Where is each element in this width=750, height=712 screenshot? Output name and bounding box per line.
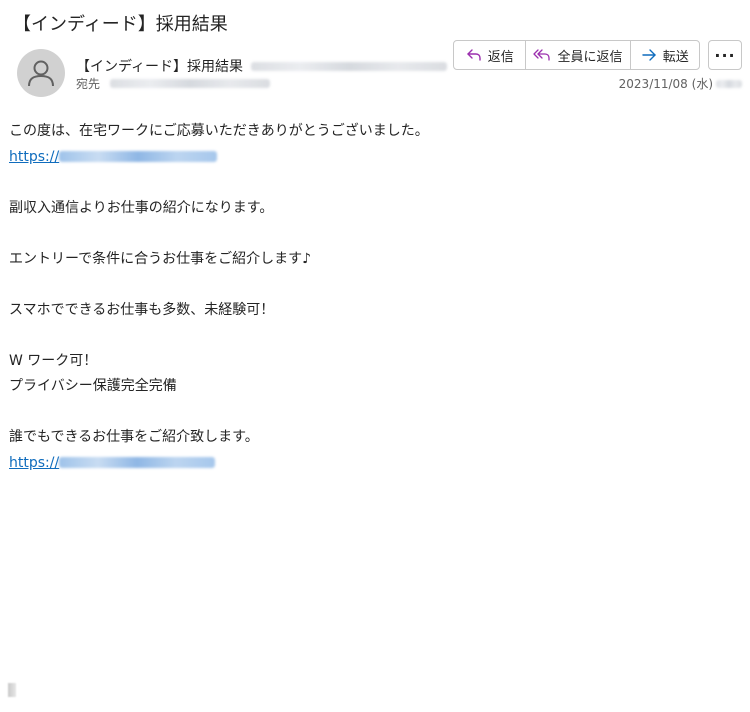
more-icon: ··· [714, 45, 736, 65]
person-avatar-icon [28, 60, 54, 87]
sender-email-redacted [251, 61, 448, 71]
more-actions-button[interactable]: ··· [708, 40, 742, 70]
email-subject: 【インディード】採用結果 [13, 14, 228, 35]
link-prefix[interactable]: https:// [9, 455, 59, 471]
reply-all-button[interactable]: 全員に返信 [526, 41, 631, 69]
sender-line: 【インディード】採用結果 [76, 56, 448, 76]
link-url-redacted[interactable] [59, 456, 216, 468]
reply-all-icon [533, 49, 551, 61]
sender-avatar[interactable] [17, 49, 65, 97]
reply-all-label: 全員に返信 [557, 49, 623, 65]
link-url-redacted[interactable] [59, 150, 218, 162]
body-line: この度は、在宅ワークにご応募いただきありがとうございました。 [9, 123, 429, 139]
message-body: この度は、在宅ワークにご応募いただきありがとうございました。 https:// … [9, 119, 729, 476]
body-line: エントリーで条件に合うお仕事をご紹介します♪ [9, 250, 312, 267]
body-line: スマホでできるお仕事も多数、未経験可！ [9, 301, 275, 318]
recipient-label: 宛先 [76, 77, 101, 91]
body-link-2[interactable]: https:// [9, 451, 729, 477]
forward-label: 転送 [662, 49, 689, 65]
reply-button[interactable]: 返信 [454, 41, 527, 69]
attachment-marker [8, 683, 16, 697]
body-line: 副収入通信よりお仕事の紹介になります。 [9, 199, 274, 216]
reply-icon [466, 49, 481, 61]
body-line: 誰でもできるお仕事をご紹介致します。 [9, 429, 259, 445]
link-prefix[interactable]: https:// [9, 149, 59, 165]
message-action-bar: 返信 全員に返信 転送 [453, 40, 700, 70]
sender-name[interactable]: 【インディード】採用結果 [76, 56, 243, 76]
reply-label: 返信 [487, 49, 514, 65]
recipient-line: 宛先 [76, 75, 271, 92]
time-redacted [716, 79, 742, 88]
body-line: W ワーク可！ [9, 352, 98, 369]
body-line: プライバシー保護完全完備 [9, 378, 177, 394]
recipient-redacted[interactable] [110, 79, 271, 88]
forward-icon [642, 49, 656, 61]
forward-button[interactable]: 転送 [631, 41, 699, 69]
message-date: 2023/11/08 (水) [619, 75, 742, 92]
date-text: 2023/11/08 (水) [618, 77, 713, 91]
body-link-1[interactable]: https:// [9, 145, 729, 171]
